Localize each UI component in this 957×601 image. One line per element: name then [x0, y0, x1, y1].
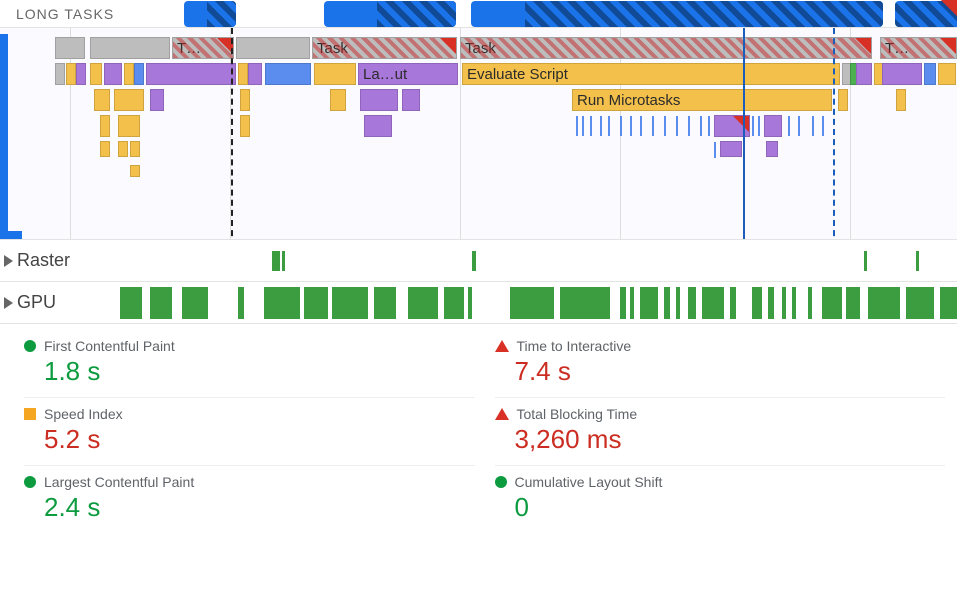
long-task-block[interactable]	[184, 1, 236, 27]
timeline-marker-dashed[interactable]	[231, 28, 233, 240]
gpu-lane[interactable]	[120, 283, 957, 323]
metric-tbt[interactable]: Total Blocking Time 3,260 ms	[495, 398, 946, 466]
metric-value: 2.4 s	[24, 492, 475, 523]
metric-label: Speed Index	[44, 406, 123, 422]
metric-tti[interactable]: Time to Interactive 7.4 s	[495, 330, 946, 398]
task-segment[interactable]: Task	[312, 37, 457, 59]
status-warn-icon	[24, 408, 36, 420]
layout-segment[interactable]: La…ut	[358, 63, 458, 85]
task-segment[interactable]: Task	[460, 37, 872, 59]
gpu-track-row[interactable]: GPU	[0, 282, 957, 324]
metric-lcp[interactable]: Largest Contentful Paint 2.4 s	[24, 466, 475, 533]
timeline-cursor[interactable]	[743, 28, 745, 240]
raster-track-row[interactable]: Raster	[0, 240, 957, 282]
performance-metrics-grid: First Contentful Paint 1.8 s Time to Int…	[0, 324, 957, 533]
long-tasks-lane[interactable]	[180, 1, 957, 27]
task-segment[interactable]: T…	[172, 37, 234, 59]
long-task-block[interactable]	[324, 1, 456, 27]
disclosure-triangle-icon[interactable]	[4, 255, 13, 267]
status-bad-icon	[495, 408, 509, 420]
run-microtasks-segment[interactable]: Run Microtasks	[572, 89, 832, 111]
long-tasks-row: LONG TASKS	[0, 0, 957, 28]
metric-speed-index[interactable]: Speed Index 5.2 s	[24, 398, 475, 466]
metric-label: Largest Contentful Paint	[44, 474, 194, 490]
metric-value: 5.2 s	[24, 424, 475, 455]
long-task-block[interactable]	[471, 1, 883, 27]
metric-label: Total Blocking Time	[517, 406, 638, 422]
metric-value: 7.4 s	[495, 356, 946, 387]
metric-label: First Contentful Paint	[44, 338, 175, 354]
raster-label-text: Raster	[17, 250, 70, 271]
metric-label: Time to Interactive	[517, 338, 632, 354]
status-good-icon	[495, 476, 507, 488]
metric-value: 1.8 s	[24, 356, 475, 387]
long-tasks-label: LONG TASKS	[0, 6, 180, 22]
evaluate-script-segment[interactable]: Evaluate Script	[462, 63, 840, 85]
status-bad-icon	[495, 340, 509, 352]
metric-fcp[interactable]: First Contentful Paint 1.8 s	[24, 330, 475, 398]
status-good-icon	[24, 340, 36, 352]
gpu-track-label[interactable]: GPU	[0, 292, 120, 313]
metric-label: Cumulative Layout Shift	[515, 474, 663, 490]
raster-lane[interactable]	[120, 241, 957, 281]
metric-cls[interactable]: Cumulative Layout Shift 0	[495, 466, 946, 533]
metric-value: 3,260 ms	[495, 424, 946, 455]
status-good-icon	[24, 476, 36, 488]
main-thread-stub	[0, 231, 22, 239]
task-segment[interactable]: T…	[880, 37, 957, 59]
main-thread-flame-chart[interactable]: T… Task Task T… La…ut Evaluate Script	[0, 28, 957, 240]
raster-track-label[interactable]: Raster	[0, 250, 120, 271]
gpu-label-text: GPU	[17, 292, 56, 313]
disclosure-triangle-icon[interactable]	[4, 297, 13, 309]
timeline-marker-dashed[interactable]	[833, 28, 835, 240]
metric-value: 0	[495, 492, 946, 523]
